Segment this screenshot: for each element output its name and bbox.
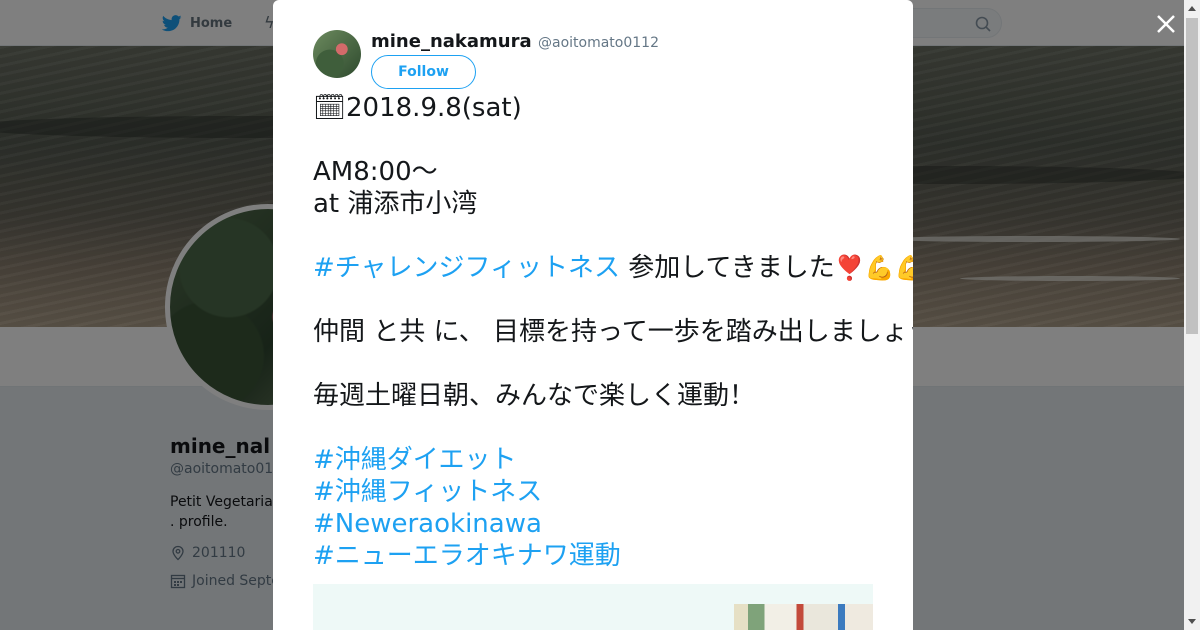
tweet-author-handle[interactable]: @aoitomato0112 xyxy=(538,35,659,51)
follow-button[interactable]: Follow xyxy=(371,55,476,89)
tweet-author-avatar[interactable] xyxy=(313,30,361,78)
tweet-text: 🗓2018.9.8(sat) AM8:00〜 at 浦添市小湾 #チャレンジフィ… xyxy=(313,92,913,572)
tweet-author-name[interactable]: mine_nakamura xyxy=(371,31,532,52)
hashtag-link[interactable]: #チャレンジフィットネス xyxy=(313,253,620,283)
hashtag-link[interactable]: #沖縄フィットネス xyxy=(313,476,873,508)
tweet-line: AM8:00〜 xyxy=(313,157,438,187)
tweet-media-image[interactable] xyxy=(734,604,873,630)
hashtag-link[interactable]: #ニューエラオキナワ運動 xyxy=(313,540,873,572)
heart-muscle-emoji: ❣️💪💪 xyxy=(834,254,913,282)
tweet-media-card[interactable] xyxy=(313,584,873,630)
scroll-down-arrow-icon[interactable] xyxy=(1188,619,1196,624)
scroll-up-arrow-icon[interactable] xyxy=(1188,6,1196,11)
scrollbar-thumb[interactable] xyxy=(1186,18,1198,334)
page-scrollbar[interactable] xyxy=(1184,0,1200,630)
hashtag-link[interactable]: #Neweraokinawa xyxy=(313,508,873,540)
tweet-line: 毎週土曜日朝、みんなで楽しく運動！ xyxy=(313,381,756,411)
tweet-line: at 浦添市小湾 xyxy=(313,189,478,219)
tweet-line: #チャレンジフィットネス 参加してきました❣️💪💪 xyxy=(313,252,913,284)
tweet-line: 🗓2018.9.8(sat) xyxy=(313,93,522,123)
tweet-line-text: 仲間 と共 に、 目標を持って一歩を踏み出しましょう！ xyxy=(313,317,913,347)
tweet-line-text: 参加してきました xyxy=(620,253,835,283)
tweet-modal: mine_nakamura @aoitomato0112 Follow 🗓201… xyxy=(273,0,913,630)
close-icon[interactable] xyxy=(1152,10,1180,38)
tweet-line: 仲間 と共 に、 目標を持って一歩を踏み出しましょう！🙋‍♀️ xyxy=(313,316,913,348)
hashtag-link[interactable]: #沖縄ダイエット xyxy=(313,444,873,476)
